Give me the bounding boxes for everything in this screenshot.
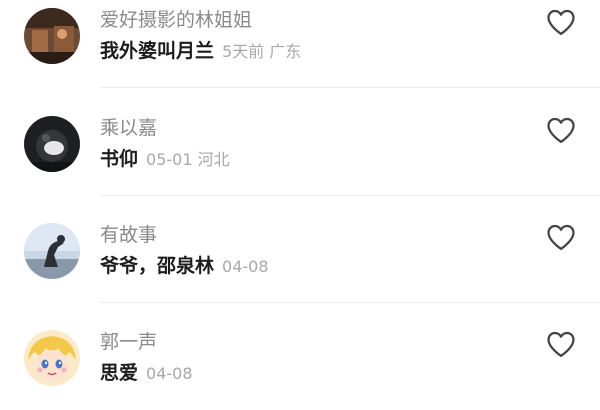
comment-content-line: 书仰 05-01 河北 xyxy=(100,147,230,172)
like-button[interactable] xyxy=(546,330,576,358)
comment-item: 有故事 爷爷，邵泉林 04-08 xyxy=(0,197,600,303)
comment-text: 思爱 xyxy=(100,362,139,384)
comment-list: 爱好摄影的林姐姐 我外婆叫月兰 5天前 广东 乘以嘉 书仰 05-01 河北 有… xyxy=(0,0,600,400)
avatar-cartoon-character-icon xyxy=(24,330,80,386)
comment-username[interactable]: 郭一声 xyxy=(100,330,157,354)
avatar[interactable] xyxy=(24,116,80,172)
comment-text: 书仰 xyxy=(100,148,139,170)
like-button[interactable] xyxy=(546,116,576,144)
divider xyxy=(100,302,600,303)
avatar-photo-dark-icon xyxy=(24,116,80,172)
avatar[interactable] xyxy=(24,330,80,386)
divider xyxy=(100,87,600,88)
heart-outline-icon xyxy=(547,224,575,250)
comment-text: 我外婆叫月兰 xyxy=(100,40,215,62)
comment-meta: 04-08 xyxy=(146,364,193,383)
comment-meta: 5天前 广东 xyxy=(222,42,302,61)
comment-content-line: 爷爷，邵泉林 04-08 xyxy=(100,254,269,279)
comment-meta: 04-08 xyxy=(222,257,269,276)
like-button[interactable] xyxy=(546,8,576,36)
comment-content-line: 思爱 04-08 xyxy=(100,361,193,386)
avatar[interactable] xyxy=(24,8,80,64)
heart-outline-icon xyxy=(547,9,575,35)
comment-username[interactable]: 乘以嘉 xyxy=(100,116,157,140)
comment-item: 乘以嘉 书仰 05-01 河北 xyxy=(0,90,600,196)
avatar[interactable] xyxy=(24,223,80,279)
heart-outline-icon xyxy=(547,331,575,357)
avatar-photo-silhouette-icon xyxy=(24,223,80,279)
comment-username[interactable]: 有故事 xyxy=(100,223,157,247)
comment-item: 爱好摄影的林姐姐 我外婆叫月兰 5天前 广东 xyxy=(0,0,600,88)
comment-username[interactable]: 爱好摄影的林姐姐 xyxy=(100,8,252,32)
comment-item: 郭一声 思爱 04-08 xyxy=(0,304,600,410)
divider xyxy=(100,195,600,196)
heart-outline-icon xyxy=(547,117,575,143)
comment-text: 爷爷，邵泉林 xyxy=(100,255,215,277)
like-button[interactable] xyxy=(546,223,576,251)
comment-content-line: 我外婆叫月兰 5天前 广东 xyxy=(100,39,301,64)
comment-meta: 05-01 河北 xyxy=(146,150,230,169)
avatar-photo-warm-interior-icon xyxy=(24,8,80,64)
